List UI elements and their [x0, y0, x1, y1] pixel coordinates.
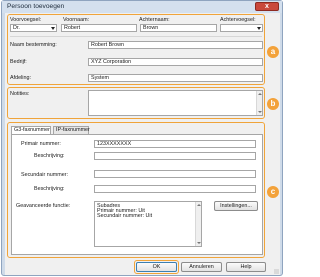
secundair-nummer-label: Secundair nummer: — [21, 172, 69, 178]
afdeling-field[interactable]: System — [88, 74, 263, 82]
chevron-down-icon — [257, 27, 261, 30]
callout-badge-c: c — [267, 186, 279, 198]
voornaam-label: Voornaam: — [63, 17, 90, 23]
beschrijving-label-1: Beschrijving: — [34, 153, 65, 159]
bedrijf-label: Bedrijf: — [10, 59, 27, 65]
advanced-line: Secundair nummer: Uit — [97, 213, 153, 219]
beschrijving-field-1[interactable] — [94, 152, 256, 160]
name-section: Voorvoegsel: Voornaam: Achternaam: Achte… — [7, 14, 265, 85]
tab-ip-faxnummer[interactable]: IP-faxnummer — [53, 126, 90, 134]
geavanceerde-functie-label: Geavanceerde functie: — [16, 203, 71, 209]
voorvoegsel-value: Dr. — [13, 25, 20, 31]
notes-section: Notities: — [7, 87, 265, 119]
afdeling-label: Afdeling: — [10, 75, 31, 81]
ok-button[interactable]: OK — [136, 262, 177, 272]
callout-badge-a: a — [267, 46, 279, 58]
achtervoegsel-combo[interactable] — [220, 24, 263, 32]
chevron-down-icon — [51, 27, 55, 30]
title-bar[interactable]: Persoon toevoegen x — [2, 1, 282, 13]
dialog-client-area: Voorvoegsel: Voornaam: Achternaam: Achte… — [5, 13, 280, 275]
separator — [10, 36, 262, 37]
notities-label: Notities: — [10, 91, 30, 97]
beschrijving-label-2: Beschrijving: — [34, 186, 65, 192]
instellingen-button[interactable]: Instellingen... — [214, 201, 258, 211]
achternaam-label: Achternaam: — [139, 17, 170, 23]
window-title: Persoon toevoegen — [7, 3, 65, 10]
notities-scrollbar[interactable] — [256, 91, 262, 115]
voorvoegsel-label: Voorvoegsel: — [10, 17, 42, 23]
notities-textarea[interactable] — [88, 90, 263, 116]
scroll-down-icon[interactable] — [197, 242, 201, 244]
naam-bestemming-field[interactable]: Robert Brown — [88, 41, 263, 49]
scroll-up-icon[interactable] — [258, 93, 262, 95]
scroll-up-icon[interactable] — [197, 204, 201, 206]
naam-bestemming-label: Naam bestemming: — [10, 42, 57, 48]
scroll-down-icon[interactable] — [258, 111, 262, 113]
voorvoegsel-combo[interactable]: Dr. — [10, 24, 57, 32]
annuleren-button[interactable]: Annuleren — [181, 262, 222, 272]
g3-faxnummer-pane: Primair nummer: 123XXXXXXX Beschrijving:… — [11, 134, 263, 255]
geavanceerde-functie-box: Subadres Primair nummer: Uit Secundair n… — [94, 201, 202, 247]
resize-grip-icon[interactable] — [274, 269, 279, 274]
secundair-nummer-field[interactable] — [94, 170, 256, 178]
dialog-window: Persoon toevoegen x Voorvoegsel: Voornaa… — [1, 0, 283, 276]
primair-nummer-label: Primair nummer: — [21, 141, 61, 147]
callout-badge-b: b — [267, 98, 279, 110]
advanced-scrollbar[interactable] — [195, 202, 201, 246]
help-button[interactable]: Help — [226, 262, 266, 272]
primair-nummer-field[interactable]: 123XXXXXXX — [94, 140, 256, 148]
achtervoegsel-label: Achtervoegsel: — [220, 17, 256, 23]
beschrijving-field-2[interactable] — [94, 185, 256, 193]
voornaam-field[interactable]: Robert — [61, 24, 137, 32]
numbers-section: G3-faxnummer IP-faxnummer Primair nummer… — [7, 122, 265, 258]
bedrijf-field[interactable]: XYZ Corporation — [88, 58, 263, 66]
achternaam-field[interactable]: Brown — [140, 24, 217, 32]
close-button[interactable]: x — [255, 2, 279, 11]
